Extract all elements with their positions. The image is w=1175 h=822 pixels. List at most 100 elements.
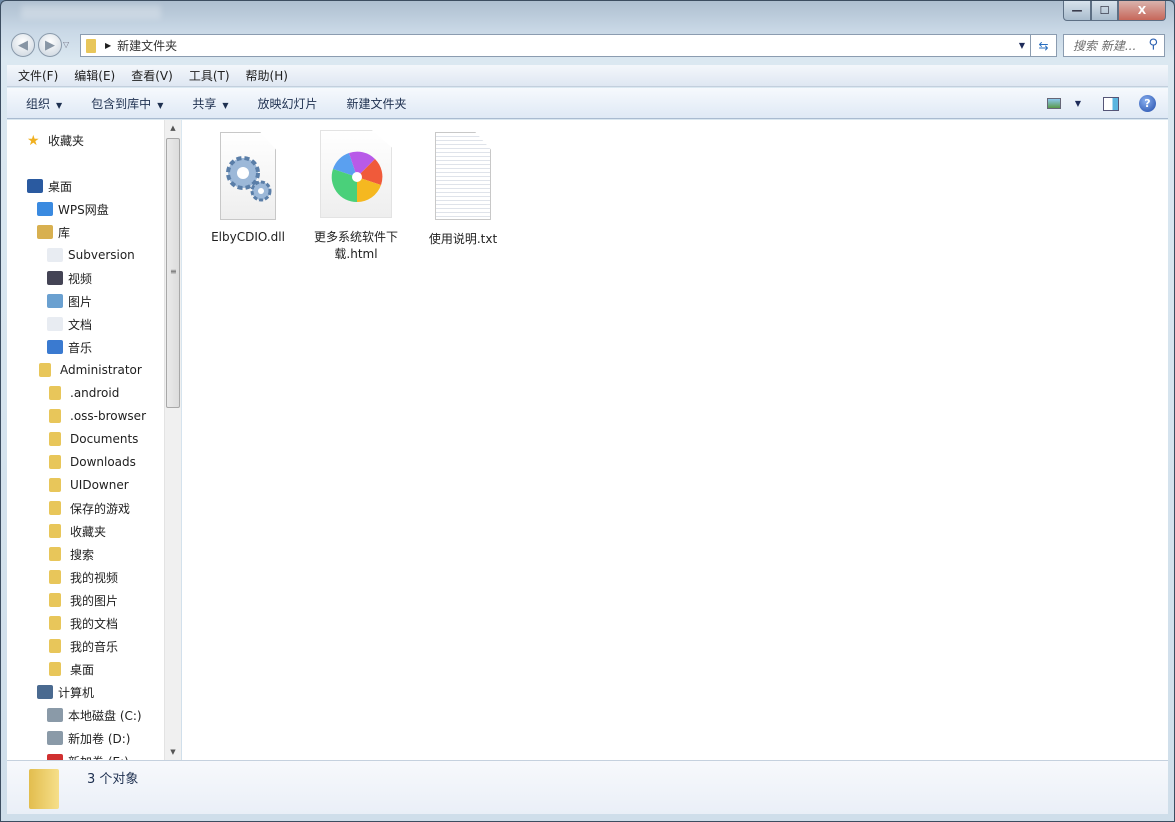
command-bar: 组织 ▼ 包含到库中 ▼ 共享 ▼ 放映幻灯片 新建文件夹 ▼ ?	[7, 88, 1168, 119]
breadcrumb-chevron-icon[interactable]: ▶	[105, 41, 111, 50]
nav-item[interactable]: 新加卷 (E:)	[47, 751, 129, 760]
forward-button[interactable]: ▶	[38, 33, 62, 57]
share-button[interactable]: 共享 ▼	[192, 95, 228, 112]
library-icon	[37, 225, 53, 239]
nav-item[interactable]: 我的音乐	[47, 636, 118, 656]
doc-icon	[47, 248, 63, 262]
nav-item[interactable]: Administrator	[37, 360, 142, 380]
nav-item[interactable]: 本地磁盘 (C:)	[47, 705, 142, 725]
text-file-icon	[435, 132, 491, 220]
scrollbar-thumb[interactable]: ≡	[166, 138, 180, 408]
file-item[interactable]: 使用说明.txt	[415, 132, 511, 247]
nav-item[interactable]: 新加卷 (D:)	[47, 728, 130, 748]
nav-item[interactable]: 库	[37, 222, 70, 242]
nav-item[interactable]: 我的视频	[47, 567, 118, 587]
folder-icon	[49, 616, 61, 630]
include-in-library-button[interactable]: 包含到库中 ▼	[91, 95, 163, 112]
folder-icon	[49, 386, 61, 400]
music-icon	[47, 340, 63, 354]
nav-item[interactable]: UIDowner	[47, 475, 129, 495]
organize-label: 组织	[26, 96, 51, 111]
chevron-down-icon: ▼	[222, 100, 229, 110]
nav-item[interactable]: .android	[47, 383, 119, 403]
cloud-icon	[37, 202, 53, 216]
breadcrumb-current[interactable]: 新建文件夹	[117, 37, 177, 54]
nav-item[interactable]: WPS网盘	[37, 199, 109, 219]
nav-item[interactable]: 文档	[47, 314, 92, 334]
nav-item-label: 视频	[68, 271, 93, 286]
preview-pane-icon[interactable]	[1103, 96, 1119, 111]
nav-item-label: 搜索	[70, 547, 95, 562]
menu-help[interactable]: 帮助(H)	[246, 67, 288, 84]
change-view-icon[interactable]	[1046, 98, 1061, 109]
recent-pages-dropdown[interactable]: ▽	[63, 40, 69, 49]
nav-item[interactable]: 图片	[47, 291, 92, 311]
search-input[interactable]: 搜索 新建... ⚲	[1063, 34, 1165, 57]
organize-button[interactable]: 组织 ▼	[26, 95, 62, 112]
menu-file[interactable]: 文件(F)	[18, 67, 58, 84]
nav-item[interactable]: .oss-browser	[47, 406, 146, 426]
refresh-button[interactable]: ⇆	[1031, 34, 1057, 57]
drive-icon	[47, 708, 63, 722]
nav-item-label: .android	[70, 386, 120, 400]
picture-icon	[47, 294, 63, 308]
nav-item[interactable]: Documents	[47, 429, 138, 449]
item-count: 3 个对象	[87, 772, 139, 787]
nav-item[interactable]: 计算机	[37, 682, 94, 702]
drive-icon	[47, 731, 63, 745]
nav-item[interactable]: 搜索	[47, 544, 94, 564]
doc-icon	[47, 317, 63, 331]
nav-item[interactable]: 收藏夹	[47, 521, 106, 541]
menu-edit[interactable]: 编辑(E)	[74, 67, 115, 84]
help-icon[interactable]: ?	[1139, 95, 1156, 112]
folder-icon	[49, 432, 61, 446]
search-icon[interactable]: ⚲	[1148, 37, 1158, 52]
dll-gear-icon	[220, 132, 276, 220]
nav-item[interactable]: 桌面	[47, 659, 94, 679]
close-button[interactable]: X	[1118, 1, 1166, 21]
maximize-button[interactable]: ☐	[1091, 1, 1118, 21]
nav-item[interactable]: 我的图片	[47, 590, 118, 610]
nav-item[interactable]: 桌面	[27, 176, 72, 196]
window-title	[21, 5, 161, 19]
scroll-down-icon[interactable]: ▼	[165, 748, 181, 756]
address-bar[interactable]: ▶ 新建文件夹 ▼	[80, 34, 1031, 57]
nav-item-label: 库	[58, 225, 71, 240]
nav-item[interactable]: 视频	[47, 268, 92, 288]
nav-item[interactable]: Subversion	[47, 245, 135, 265]
minimize-button[interactable]: —	[1063, 1, 1091, 21]
menu-view[interactable]: 查看(V)	[131, 67, 173, 84]
nav-item[interactable]: ★ 收藏夹	[27, 130, 84, 150]
nav-item-label: 新加卷 (E:)	[68, 753, 129, 761]
nav-item-label: Subversion	[68, 248, 135, 262]
video-icon	[47, 271, 63, 285]
slideshow-button[interactable]: 放映幻灯片	[258, 95, 318, 112]
nav-item-label: 新加卷 (D:)	[68, 731, 131, 746]
nav-item[interactable]: Downloads	[47, 452, 136, 472]
nav-item-label: 桌面	[48, 179, 73, 194]
nav-item-label: 桌面	[70, 662, 95, 677]
nav-item-label: .oss-browser	[70, 409, 147, 423]
folder-icon	[49, 409, 61, 423]
nav-item-label: Administrator	[60, 363, 142, 377]
view-dropdown-icon[interactable]: ▼	[1075, 99, 1081, 108]
nav-item[interactable]: 保存的游戏	[47, 498, 130, 518]
nav-item-label: 我的文档	[70, 616, 119, 631]
folder-icon	[49, 478, 61, 492]
forward-arrow-icon: ▶	[45, 37, 55, 53]
nav-item-label: 收藏夹	[48, 133, 85, 148]
back-button[interactable]: ◀	[11, 33, 35, 57]
back-arrow-icon: ◀	[18, 37, 28, 53]
file-item[interactable]: 更多系统软件下载.html	[308, 130, 404, 262]
nav-item-label: 保存的游戏	[70, 501, 131, 516]
new-folder-button[interactable]: 新建文件夹	[347, 95, 407, 112]
menu-tools[interactable]: 工具(T)	[189, 67, 230, 84]
address-dropdown-icon[interactable]: ▼	[1019, 41, 1025, 50]
navigation-scrollbar[interactable]: ▲ ≡ ▼	[164, 120, 181, 760]
nav-item[interactable]: 音乐	[47, 337, 92, 357]
refresh-icon: ⇆	[1038, 38, 1049, 53]
file-item[interactable]: ElbyCDIO.dll	[200, 132, 296, 244]
grip-icon: ≡	[170, 267, 177, 276]
scroll-up-icon[interactable]: ▲	[165, 124, 181, 132]
nav-item[interactable]: 我的文档	[47, 613, 118, 633]
